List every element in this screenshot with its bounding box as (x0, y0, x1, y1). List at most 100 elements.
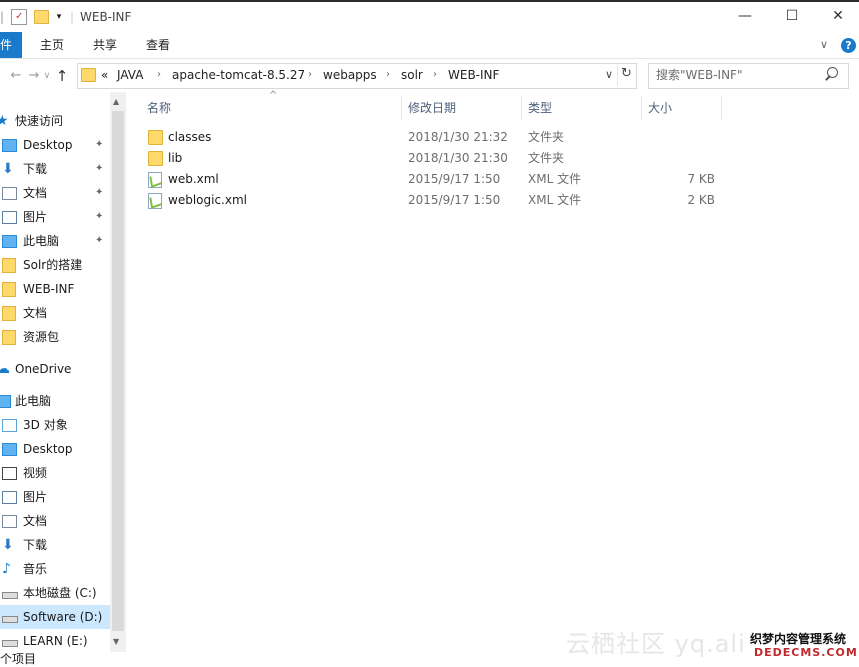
nav-item-label: 文档 (23, 514, 48, 528)
column-header-type[interactable]: 类型 (528, 96, 552, 120)
file-type: 文件夹 (528, 151, 565, 165)
properties-icon[interactable]: ✓ (11, 9, 27, 25)
desktop-icon (2, 443, 17, 456)
nav-item[interactable]: ⬇ 下载 ✦ (0, 157, 110, 181)
nav-item[interactable]: ★ 快速访问 (0, 109, 110, 133)
file-row[interactable]: weblogic.xml 2015/9/17 1:50 XML 文件 2 KB (140, 190, 725, 211)
close-button[interactable]: ✕ (815, 0, 859, 32)
nav-item-label: 此电脑 (15, 394, 52, 408)
nav-scrollbar-thumb[interactable] (112, 111, 124, 631)
back-button[interactable]: ← (6, 66, 26, 86)
minimize-button[interactable]: — (722, 0, 768, 32)
nav-item[interactable]: 文档 (0, 509, 110, 533)
tab-view[interactable]: 查看 (146, 32, 170, 58)
breadcrumb-separator[interactable]: › (386, 68, 390, 82)
nav-item[interactable]: 文档 (0, 301, 110, 325)
quick-access-dropdown-icon[interactable]: ▾ (54, 9, 64, 25)
address-divider (617, 64, 618, 86)
watermark-brand-url: DEDECMS.COM (754, 646, 858, 659)
file-type: XML 文件 (528, 172, 582, 186)
nav-item[interactable]: 图片 (0, 485, 110, 509)
breadcrumb-java[interactable]: JAVA (117, 68, 143, 82)
column-header-size[interactable]: 大小 (648, 96, 672, 120)
help-icon[interactable]: ? (841, 38, 856, 53)
nav-item-label: 此电脑 (23, 234, 60, 248)
nav-item[interactable]: 此电脑 (0, 389, 110, 413)
nav-item-label: 图片 (23, 210, 48, 224)
nav-item[interactable]: 文档 ✦ (0, 181, 110, 205)
watermark-text: 云栖社区 yq.ali (566, 630, 746, 658)
nav-item-label: 图片 (23, 490, 48, 504)
file-date: 2018/1/30 21:32 (408, 130, 508, 144)
breadcrumb-webapps[interactable]: webapps (323, 68, 377, 82)
column-header-date[interactable]: 修改日期 (408, 96, 456, 120)
breadcrumb-solr[interactable]: solr (401, 68, 423, 82)
pin-icon: ✦ (95, 187, 104, 198)
refresh-icon[interactable]: ↻ (621, 66, 632, 81)
sort-indicator-icon: ^ (269, 90, 278, 101)
column-divider[interactable] (521, 96, 522, 120)
nav-item[interactable]: 图片 ✦ (0, 205, 110, 229)
nav-item[interactable]: Desktop (0, 437, 110, 461)
nav-item[interactable]: Desktop ✦ (0, 133, 110, 157)
breadcrumb-web-inf[interactable]: WEB-INF (448, 68, 499, 82)
breadcrumb-tomcat[interactable]: apache-tomcat-8.5.27 (172, 68, 305, 82)
nav-item-label: Desktop (23, 138, 73, 152)
title-separator: | (70, 10, 75, 24)
picture-icon (2, 211, 17, 224)
drive-icon (2, 616, 18, 623)
nav-item-label: 下载 (23, 538, 48, 552)
file-row[interactable]: web.xml 2015/9/17 1:50 XML 文件 7 KB (140, 169, 725, 190)
nav-item[interactable]: 本地磁盘 (C:) (0, 581, 110, 605)
nav-item[interactable]: 资源包 (0, 325, 110, 349)
breadcrumb-separator[interactable]: › (308, 68, 312, 82)
column-header-name[interactable]: 名称 (147, 96, 171, 120)
download-icon: ⬇ (2, 537, 14, 553)
column-divider[interactable] (721, 96, 722, 120)
nav-item-label: 快速访问 (15, 114, 64, 128)
file-type: 文件夹 (528, 130, 565, 144)
scroll-up-arrow[interactable]: ▲ (113, 97, 119, 106)
column-divider[interactable] (401, 96, 402, 120)
nav-item[interactable]: LEARN (E:) (0, 629, 110, 653)
document-icon (2, 515, 17, 528)
nav-item[interactable]: Solr的搭建 (0, 253, 110, 277)
file-date: 2018/1/30 21:30 (408, 151, 508, 165)
new-folder-icon[interactable] (34, 10, 49, 24)
folder-icon (2, 258, 16, 273)
nav-item[interactable]: ♪ 音乐 (0, 557, 110, 581)
file-date: 2015/9/17 1:50 (408, 172, 501, 186)
file-name: lib (168, 151, 183, 165)
nav-item[interactable]: 3D 对象 (0, 413, 110, 437)
address-dropdown-icon[interactable]: ∨ (605, 68, 613, 81)
video-icon (2, 467, 17, 480)
quick-access-edge: | (0, 10, 5, 24)
nav-item[interactable]: Software (D:) (0, 605, 110, 629)
file-row[interactable]: classes 2018/1/30 21:32 文件夹 (140, 127, 725, 148)
maximize-button[interactable]: ☐ (769, 0, 815, 32)
breadcrumb-separator[interactable]: › (433, 68, 437, 82)
file-date: 2015/9/17 1:50 (408, 193, 501, 207)
breadcrumb-separator[interactable]: › (157, 68, 161, 82)
nav-item[interactable]: ⬇ 下载 (0, 533, 110, 557)
ribbon-collapse-icon[interactable]: ∨ (820, 38, 828, 51)
window-title: WEB-INF (80, 10, 132, 24)
tab-home[interactable]: 主页 (40, 32, 64, 58)
tab-share[interactable]: 共享 (93, 32, 117, 58)
scroll-down-arrow[interactable]: ▼ (113, 637, 119, 646)
folder-icon (2, 282, 16, 297)
music-icon: ♪ (2, 561, 11, 577)
file-row[interactable]: lib 2018/1/30 21:30 文件夹 (140, 148, 725, 169)
nav-item[interactable]: WEB-INF (0, 277, 110, 301)
column-divider[interactable] (641, 96, 642, 120)
nav-item[interactable]: 视频 (0, 461, 110, 485)
nav-item[interactable]: 此电脑 ✦ (0, 229, 110, 253)
computer-icon (0, 395, 11, 408)
nav-item-label: Software (D:) (23, 610, 103, 624)
pin-icon: ✦ (95, 163, 104, 174)
breadcrumb-overflow[interactable]: « (101, 68, 108, 82)
nav-item-label: 文档 (23, 306, 48, 320)
nav-item[interactable]: ☁ OneDrive (0, 357, 110, 381)
up-button[interactable]: ↑ (52, 66, 72, 86)
tab-file[interactable]: 件 (0, 32, 22, 58)
